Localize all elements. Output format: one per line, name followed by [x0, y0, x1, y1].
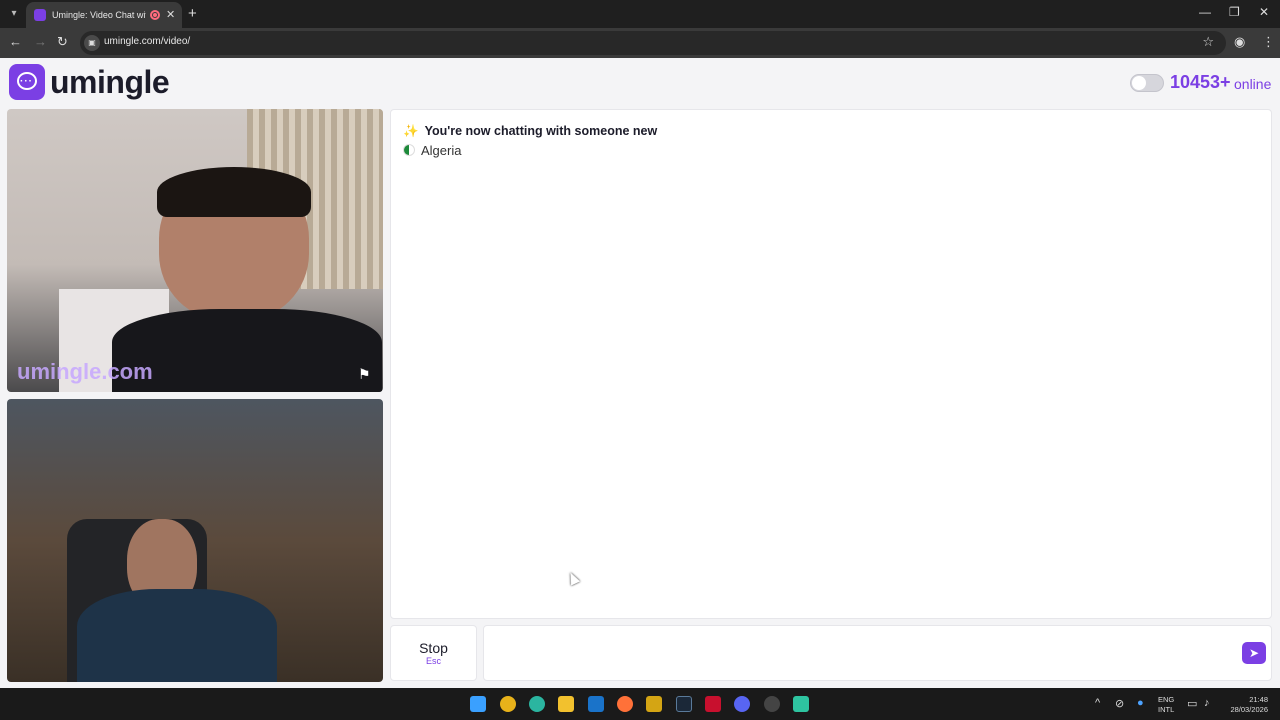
display-icon[interactable]: ▭: [1187, 697, 1197, 710]
taskbar: ^ ⊘ ● ENG INTL ▭ ♪ 21:48 28/03/2026: [0, 688, 1280, 720]
browser-tab-bar: ▾ Umingle: Video Chat with S ✕ + — ❐ ✕: [0, 0, 1280, 28]
browser-menu-icon[interactable]: ⋮: [1262, 34, 1275, 50]
recorder-icon[interactable]: [793, 696, 809, 712]
sparkles-icon: ✨: [403, 124, 419, 138]
notice-text: You're now chatting with someone new: [424, 124, 658, 138]
address-bar-row: ← → ↻ ▣ umingle.com/video/ ☆ ◉ ⋮: [0, 28, 1280, 58]
umingle-watermark: umingle.com: [17, 359, 153, 384]
clock-date: 28/03/2026: [1230, 705, 1268, 714]
logo-text[interactable]: umingle: [50, 64, 170, 101]
firefox-icon[interactable]: [617, 696, 633, 712]
send-icon[interactable]: ➤: [1242, 642, 1266, 664]
stop-button[interactable]: Stop Esc: [390, 625, 477, 681]
edge-icon[interactable]: [529, 696, 545, 712]
url-text[interactable]: umingle.com/video/: [104, 36, 190, 47]
logo-icon[interactable]: ···: [9, 64, 45, 100]
lang-code: ENG: [1158, 695, 1175, 704]
message-input[interactable]: ➤: [483, 625, 1272, 681]
lang-layout: INTL: [1158, 705, 1175, 714]
theme-toggle[interactable]: [1130, 74, 1164, 92]
chrome-icon[interactable]: [500, 696, 516, 712]
recording-icon: [150, 10, 160, 20]
file-explorer-icon[interactable]: [558, 696, 574, 712]
tray-chevron-icon[interactable]: ^: [1095, 697, 1100, 709]
stop-shortcut: Esc: [425, 656, 441, 666]
stranger-country: Algeria: [403, 143, 461, 158]
tab-title: Umingle: Video Chat with S: [52, 10, 146, 20]
steam-icon[interactable]: [676, 696, 692, 712]
minimize-icon[interactable]: —: [1199, 5, 1211, 19]
page: ··· umingle 10453+ online umingle.com ⚑ …: [0, 58, 1280, 688]
omnibox[interactable]: ▣ umingle.com/video/ ☆: [80, 31, 1226, 55]
browser-tab[interactable]: Umingle: Video Chat with S ✕: [26, 2, 182, 28]
umingle-favicon-icon: [34, 9, 46, 21]
clock-time: 21:48: [1249, 695, 1268, 704]
tab-search-icon[interactable]: ▾: [6, 6, 22, 22]
network-off-icon[interactable]: ⊘: [1115, 697, 1124, 710]
site-info-icon[interactable]: ▣: [84, 35, 100, 51]
volume-icon[interactable]: ♪: [1204, 697, 1210, 709]
self-body: [77, 589, 277, 682]
stop-label: Stop: [419, 640, 448, 656]
dots-icon: ···: [20, 76, 33, 87]
window-close-icon[interactable]: ✕: [1259, 5, 1269, 19]
new-tab-button[interactable]: +: [188, 5, 197, 22]
self-video: [7, 399, 383, 682]
reload-icon[interactable]: ↻: [57, 34, 68, 50]
country-name: Algeria: [421, 143, 462, 158]
system-notice: ✨ You're now chatting with someone new: [403, 124, 657, 139]
stranger-video: umingle.com ⚑: [7, 109, 383, 392]
chat-panel: ✨ You're now chatting with someone new Al…: [390, 109, 1272, 619]
report-flag-icon[interactable]: ⚑: [358, 366, 374, 382]
microphone-icon[interactable]: ●: [1137, 697, 1144, 709]
acrobat-icon[interactable]: [705, 696, 721, 712]
windows-start-icon[interactable]: [470, 696, 486, 712]
clock[interactable]: 21:48 28/03/2026: [1222, 695, 1268, 715]
stranger-hair: [157, 167, 311, 217]
toggle-knob: [1132, 76, 1146, 90]
bookmark-star-icon[interactable]: ☆: [1202, 34, 1214, 50]
outlook-icon[interactable]: [588, 696, 604, 712]
discord-icon[interactable]: [734, 696, 750, 712]
back-icon[interactable]: ←: [9, 34, 22, 49]
app-icon[interactable]: [764, 696, 780, 712]
tab-close-icon[interactable]: ✕: [166, 8, 175, 21]
algeria-flag-icon: [403, 144, 415, 156]
forward-icon[interactable]: →: [34, 34, 47, 49]
profile-icon[interactable]: ◉: [1234, 34, 1245, 50]
restore-icon[interactable]: ❐: [1229, 5, 1240, 19]
language-indicator[interactable]: ENG INTL: [1158, 695, 1174, 715]
online-count: 10453+: [1170, 72, 1231, 92]
notes-icon[interactable]: [646, 696, 662, 712]
online-label: online: [1234, 76, 1272, 92]
